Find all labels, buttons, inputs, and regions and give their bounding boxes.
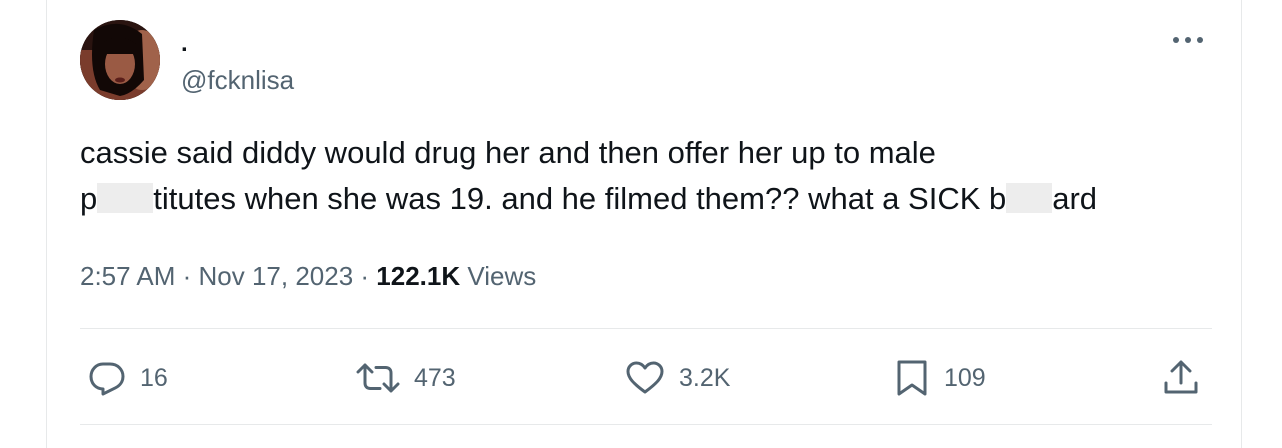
repost-count: 473 bbox=[414, 363, 456, 392]
bookmark-button[interactable]: 109 bbox=[894, 356, 986, 400]
avatar[interactable] bbox=[80, 20, 160, 100]
tweet-meta: 2:57 AM · Nov 17, 2023 · 122.1K Views bbox=[80, 258, 536, 294]
reply-count: 16 bbox=[140, 363, 168, 392]
repost-arrows-icon bbox=[356, 363, 400, 393]
like-button[interactable]: 3.2K bbox=[625, 356, 730, 400]
heart-icon bbox=[626, 361, 664, 394]
redaction-block bbox=[97, 183, 154, 213]
repost-button[interactable]: 473 bbox=[356, 356, 456, 400]
meta-separator: · bbox=[353, 261, 377, 291]
divider bbox=[80, 424, 1212, 425]
user-handle[interactable]: @fcknlisa bbox=[181, 64, 294, 96]
tweet-text-segment: ard bbox=[1052, 181, 1098, 216]
action-bar: 16 473 3.2K 109 bbox=[80, 356, 1212, 400]
meta-separator: · bbox=[175, 261, 199, 291]
tweet-text-line-2: p titutes when she was 19. and he filmed … bbox=[80, 176, 1220, 222]
divider bbox=[80, 328, 1212, 329]
redaction-block bbox=[1006, 183, 1053, 213]
reply-bubble-icon bbox=[89, 362, 125, 396]
more-options-button[interactable] bbox=[1168, 24, 1208, 56]
tweet-time[interactable]: 2:57 AM bbox=[80, 261, 175, 291]
avatar-image bbox=[80, 20, 160, 100]
tweet-date[interactable]: Nov 17, 2023 bbox=[199, 261, 354, 291]
views-count[interactable]: 122.1K bbox=[376, 261, 460, 291]
reply-button[interactable]: 16 bbox=[88, 356, 168, 400]
share-button[interactable] bbox=[1162, 356, 1200, 400]
tweet-text-segment: titutes when she was 19. and he filmed t… bbox=[153, 181, 1007, 216]
display-name[interactable]: . bbox=[181, 30, 188, 58]
more-horizontal-icon bbox=[1173, 37, 1203, 43]
tweet-text: cassie said diddy would drug her and the… bbox=[80, 130, 1220, 222]
bookmark-count: 109 bbox=[944, 363, 986, 392]
share-upload-icon bbox=[1164, 360, 1198, 394]
page-background: . @fcknlisa cassie said diddy would drug… bbox=[0, 0, 1282, 448]
like-count: 3.2K bbox=[679, 363, 731, 392]
tweet-text-line-1: cassie said diddy would drug her and the… bbox=[80, 135, 936, 170]
views-label: Views bbox=[460, 261, 537, 291]
tweet-text-segment: p bbox=[80, 181, 98, 216]
bookmark-icon bbox=[897, 360, 927, 396]
